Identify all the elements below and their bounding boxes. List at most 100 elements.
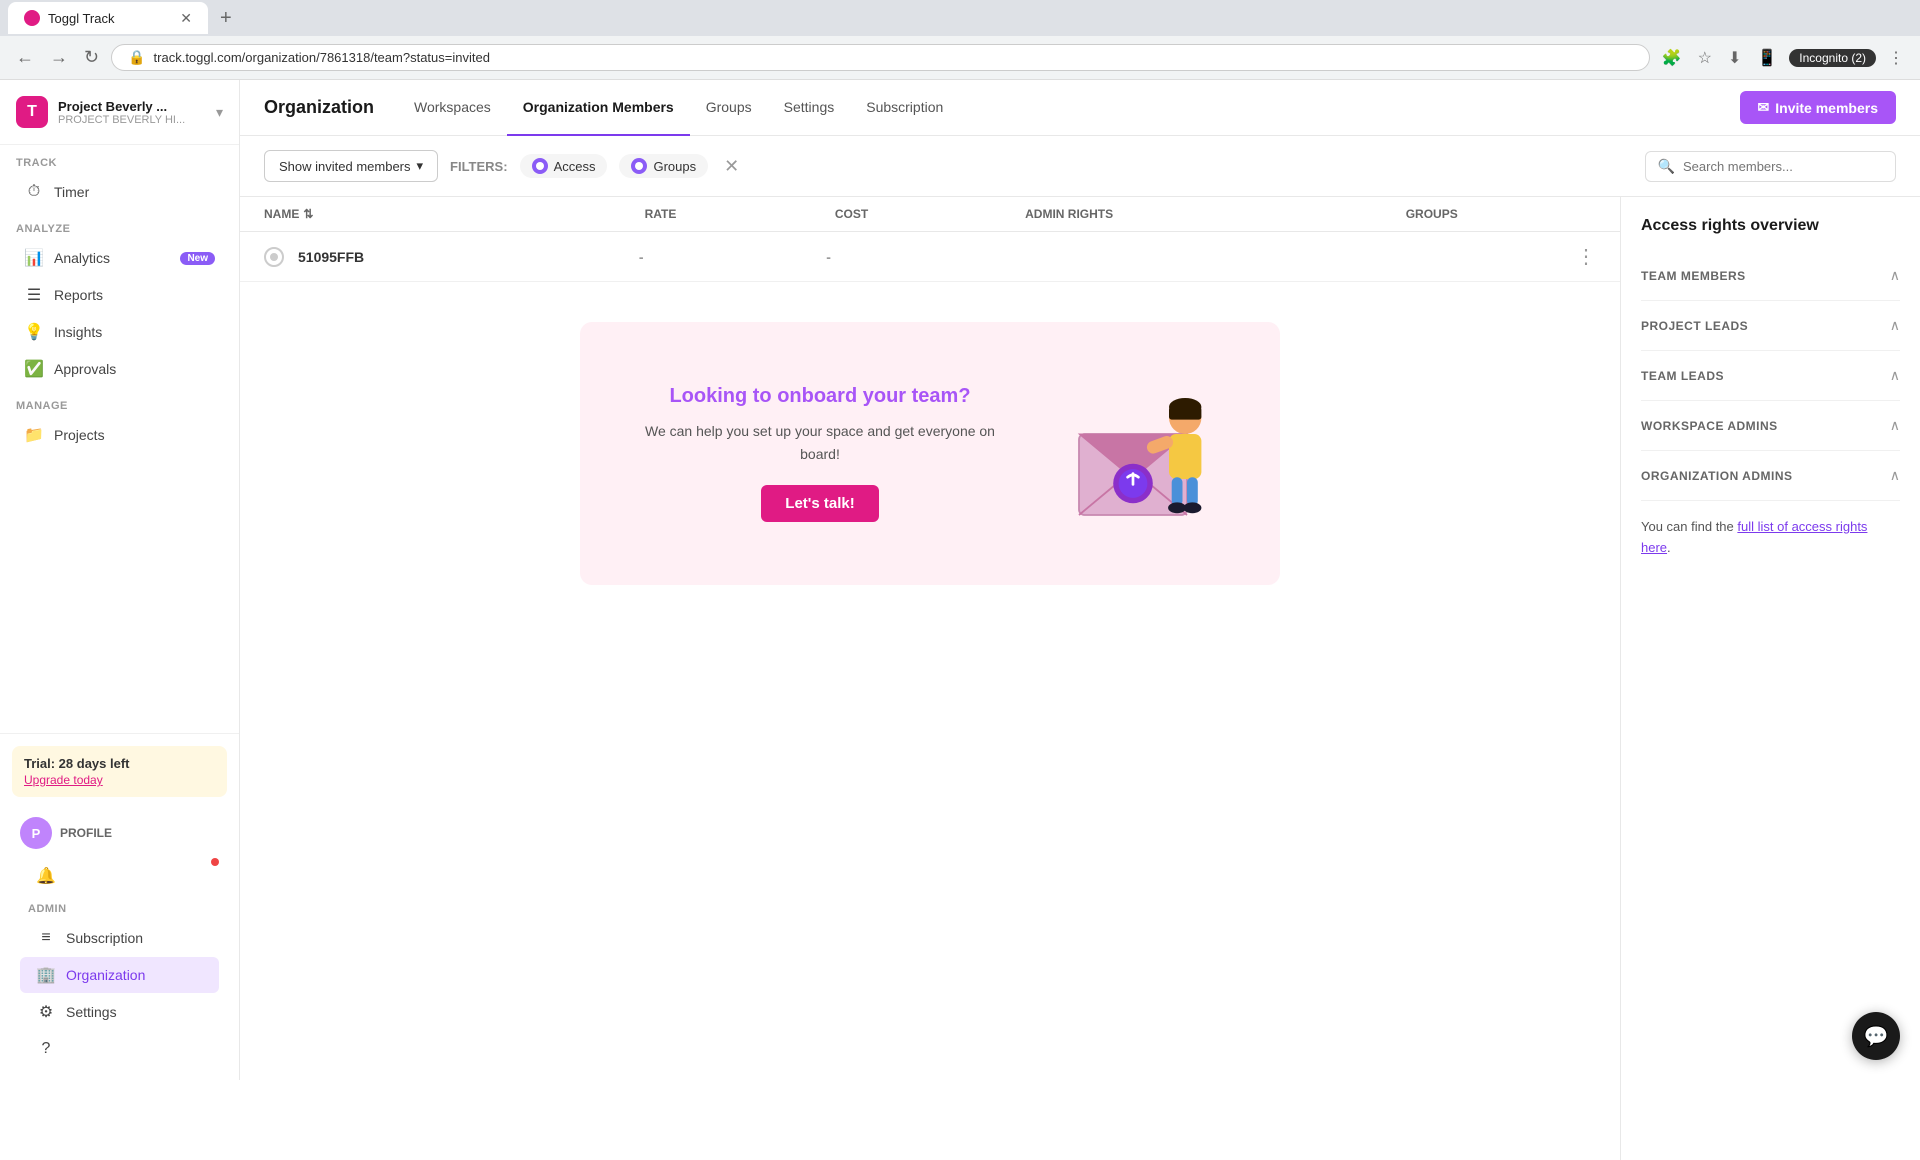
nav-org-members[interactable]: Organization Members — [507, 80, 690, 136]
track-label: TRACK — [0, 145, 239, 173]
analyze-label: ANALYZE — [0, 211, 239, 239]
new-tab-btn[interactable]: + — [212, 7, 240, 30]
address-text: track.toggl.com/organization/7861318/tea… — [154, 50, 490, 65]
nav-groups[interactable]: Groups — [690, 80, 768, 136]
row-menu-btn[interactable]: ⋮ — [1576, 244, 1596, 269]
sidebar-item-settings[interactable]: ⚙ Settings — [20, 994, 219, 1030]
search-input[interactable] — [1683, 159, 1883, 174]
timer-label: Timer — [54, 184, 215, 200]
download-btn[interactable]: ⬇ — [1724, 44, 1745, 72]
approvals-icon: ✅ — [24, 359, 44, 379]
col-admin-header: ADMIN RIGHTS — [1025, 207, 1406, 221]
filter-chip-access[interactable]: Access — [520, 154, 608, 178]
analytics-new-badge: New — [180, 252, 215, 265]
sidebar-item-help[interactable]: ? — [20, 1031, 219, 1067]
col-cost-header: COST — [835, 207, 1025, 221]
subscription-icon: ≡ — [36, 928, 56, 948]
manage-section: MANAGE 📁 Projects — [0, 388, 239, 454]
lets-talk-button[interactable]: Let's talk! — [761, 485, 878, 522]
sidebar: T Project Beverly ... PROJECT BEVERLY HI… — [0, 80, 240, 1080]
address-bar[interactable]: 🔒 track.toggl.com/organization/7861318/t… — [111, 44, 1650, 71]
organization-icon: 🏢 — [36, 965, 56, 985]
workspace-admins-chevron-icon: ∧ — [1890, 417, 1900, 434]
right-panel-title: Access rights overview — [1641, 217, 1900, 235]
menu-btn[interactable]: ⋮ — [1884, 44, 1908, 72]
team-members-chevron-icon: ∧ — [1890, 267, 1900, 284]
bookmark-btn[interactable]: ☆ — [1694, 44, 1716, 72]
onboarding-illustration — [1052, 362, 1232, 545]
cost-cell: - — [826, 249, 1013, 265]
project-chevron-icon[interactable]: ▾ — [216, 104, 223, 121]
back-btn[interactable]: ← — [12, 43, 38, 72]
table-main: NAME ⇅ RATE COST ADMIN RIGHTS GROUPS 510… — [240, 197, 1620, 1160]
nav-subscription[interactable]: Subscription — [850, 80, 959, 136]
search-wrap: 🔍 — [1645, 151, 1896, 182]
org-admins-label: ORGANIZATION ADMINS — [1641, 469, 1793, 483]
nav-title: Organization — [264, 97, 374, 118]
devices-btn[interactable]: 📱 — [1753, 44, 1781, 72]
chat-fab-button[interactable]: 💬 — [1852, 1012, 1900, 1060]
show-invited-button[interactable]: Show invited members ▾ — [264, 150, 438, 182]
invite-members-button[interactable]: ✉ Invite members — [1740, 91, 1896, 124]
filter-chip-groups[interactable]: Groups — [619, 154, 708, 178]
tab-favicon — [24, 10, 40, 26]
sidebar-item-organization[interactable]: 🏢 Organization — [20, 957, 219, 993]
nav-settings[interactable]: Settings — [768, 80, 851, 136]
active-tab[interactable]: Toggl Track ✕ — [8, 2, 208, 34]
onboarding-text: Looking to onboard your team? We can hel… — [628, 385, 1012, 522]
sidebar-item-approvals[interactable]: ✅ Approvals — [8, 351, 231, 387]
pending-dot — [270, 253, 278, 261]
workspace-admins-header[interactable]: WORKSPACE ADMINS ∧ — [1641, 413, 1900, 438]
sidebar-header[interactable]: T Project Beverly ... PROJECT BEVERLY HI… — [0, 80, 239, 145]
access-section-workspace-admins: WORKSPACE ADMINS ∧ — [1641, 401, 1900, 451]
refresh-btn[interactable]: ↻ — [80, 43, 103, 72]
sidebar-bottom: Trial: 28 days left Upgrade today P PROF… — [0, 733, 239, 1080]
bell-icon: 🔔 — [36, 866, 56, 886]
sidebar-item-notification[interactable]: 🔔 — [20, 858, 219, 894]
filter-access-icon — [532, 158, 548, 174]
upgrade-link[interactable]: Upgrade today — [24, 773, 103, 787]
analyze-section: ANALYZE 📊 Analytics New ☰ Reports 💡 Insi… — [0, 211, 239, 388]
sidebar-item-timer[interactable]: ⏱ Timer — [8, 174, 231, 210]
organization-label: Organization — [66, 967, 203, 983]
col-groups-header: GROUPS — [1406, 207, 1596, 221]
app-wrapper: T Project Beverly ... PROJECT BEVERLY HI… — [0, 80, 1920, 1160]
extensions-btn[interactable]: 🧩 — [1658, 44, 1686, 72]
chat-icon: 💬 — [1864, 1024, 1889, 1049]
profile-label: PROFILE — [60, 826, 112, 840]
manage-label: MANAGE — [0, 388, 239, 416]
team-members-header[interactable]: TEAM MEMBERS ∧ — [1641, 263, 1900, 288]
project-name: Project Beverly ... — [58, 99, 206, 114]
org-admins-chevron-icon: ∧ — [1890, 467, 1900, 484]
insights-icon: 💡 — [24, 322, 44, 342]
forward-btn[interactable]: → — [46, 43, 72, 72]
projects-icon: 📁 — [24, 425, 44, 445]
sidebar-item-reports[interactable]: ☰ Reports — [8, 277, 231, 313]
sort-icon[interactable]: ⇅ — [303, 207, 313, 221]
sidebar-item-subscription[interactable]: ≡ Subscription — [20, 920, 219, 956]
pending-status-icon — [264, 247, 284, 267]
team-members-label: TEAM MEMBERS — [1641, 269, 1746, 283]
tab-close-btn[interactable]: ✕ — [180, 10, 192, 27]
sidebar-profile-item[interactable]: P PROFILE — [12, 809, 227, 857]
browser-chrome: Toggl Track ✕ + ← → ↻ 🔒 track.toggl.com/… — [0, 0, 1920, 80]
org-admins-header[interactable]: ORGANIZATION ADMINS ∧ — [1641, 463, 1900, 488]
workspace-admins-label: WORKSPACE ADMINS — [1641, 419, 1778, 433]
sidebar-item-insights[interactable]: 💡 Insights — [8, 314, 231, 350]
approvals-label: Approvals — [54, 361, 215, 377]
sidebar-item-projects[interactable]: 📁 Projects — [8, 417, 231, 453]
sidebar-logo: T — [16, 96, 48, 128]
trial-title: Trial: 28 days left — [24, 756, 215, 771]
nav-workspaces[interactable]: Workspaces — [398, 80, 507, 136]
track-section: TRACK ⏱ Timer — [0, 145, 239, 211]
access-section-project-leads: PROJECT LEADS ∧ — [1641, 301, 1900, 351]
team-leads-header[interactable]: TEAM LEADS ∧ — [1641, 363, 1900, 388]
invite-icon: ✉ — [1758, 99, 1770, 116]
filters-bar: Show invited members ▾ FILTERS: Access G… — [240, 136, 1920, 197]
trial-box: Trial: 28 days left Upgrade today — [12, 746, 227, 797]
filter-clear-btn[interactable]: ✕ — [724, 156, 739, 177]
sidebar-item-analytics[interactable]: 📊 Analytics New — [8, 240, 231, 276]
member-name: 51095Ffb — [298, 249, 364, 265]
avatar: P — [20, 817, 52, 849]
project-leads-header[interactable]: PROJECT LEADS ∧ — [1641, 313, 1900, 338]
